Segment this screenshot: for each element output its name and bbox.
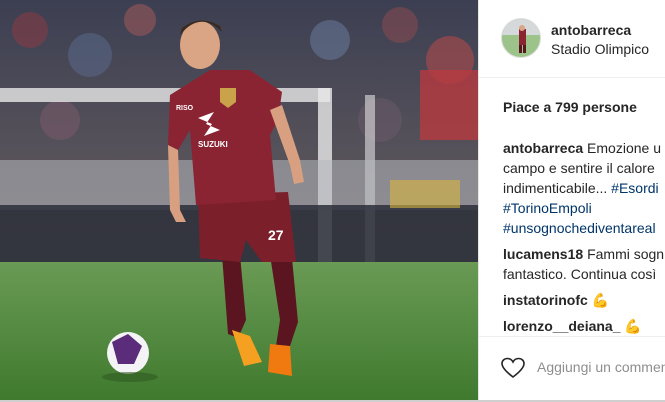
- comment: lorenzo__deiana_ 💪: [503, 316, 665, 336]
- caption-username[interactable]: antobarreca: [503, 140, 583, 156]
- comment-username[interactable]: instatorinofc: [503, 292, 588, 308]
- caption-line-3: indimenticabile...: [503, 180, 612, 196]
- heart-icon[interactable]: [501, 357, 525, 379]
- caption-line-1: Emozione u: [587, 140, 661, 156]
- comment: lucamens18 Fammi sogn fantastico. Contin…: [503, 244, 665, 284]
- hashtag-esordi[interactable]: #Esordi: [611, 180, 658, 196]
- post-location[interactable]: Stadio Olimpico: [551, 41, 649, 57]
- flexed-biceps-icon: 💪: [624, 318, 642, 334]
- hashtag-torinoempoli[interactable]: #TorinoEmpoli: [503, 198, 665, 218]
- kit-sub-text: RISO: [176, 105, 194, 112]
- comment-text-line-2: fantastico. Continua così: [503, 266, 657, 282]
- football-player-photo: SUZUKI RISO 27: [0, 0, 478, 400]
- comment: instatorinofc 💪: [503, 290, 665, 310]
- comment-username[interactable]: lucamens18: [503, 246, 583, 262]
- caption-line-2: campo e sentire il calore: [503, 160, 655, 176]
- hashtag-unsogno[interactable]: #unsognochediventareal: [503, 218, 665, 238]
- instagram-post-embed: SUZUKI RISO 27 antobarreca Stadio Olimpi…: [0, 0, 665, 402]
- comment-bar: Aggiungi un commen: [479, 336, 665, 400]
- add-comment-input[interactable]: Aggiungi un commen: [537, 359, 665, 375]
- caption: antobarreca Emozione u campo e sentire i…: [503, 138, 665, 238]
- comment-username[interactable]: lorenzo__deiana_: [503, 318, 621, 334]
- comment-text: Fammi sogn: [587, 246, 665, 262]
- post-photo[interactable]: SUZUKI RISO 27: [0, 0, 478, 400]
- flexed-biceps-icon: 💪: [591, 292, 610, 308]
- sponsor-text: SUZUKI: [198, 140, 228, 149]
- avatar-image: [502, 19, 540, 57]
- post-header: antobarreca Stadio Olimpico: [479, 0, 665, 78]
- post-sidebar: antobarreca Stadio Olimpico Piace a 799 …: [478, 0, 665, 400]
- post-username[interactable]: antobarreca: [551, 22, 631, 38]
- likes-count[interactable]: Piace a 799 persone: [503, 99, 637, 115]
- avatar[interactable]: [501, 18, 541, 58]
- shirt-number: 27: [268, 227, 284, 243]
- comments-list: antobarreca Emozione u campo e sentire i…: [503, 138, 665, 342]
